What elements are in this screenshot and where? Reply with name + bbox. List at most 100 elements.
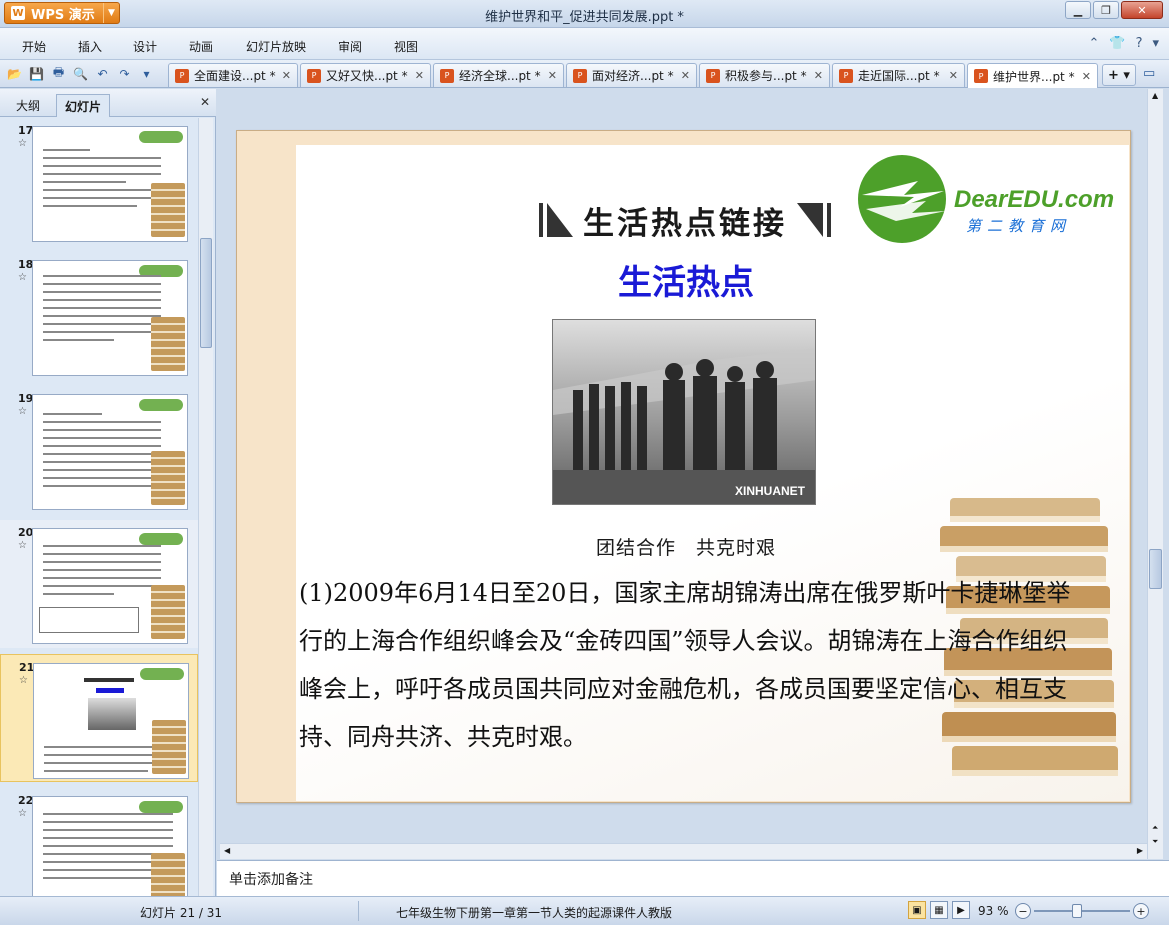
close-tab-icon[interactable]: ✕ [415, 69, 424, 82]
menu-animation[interactable]: 动画 [189, 38, 213, 55]
logo-subtext: 第二教育网 [966, 217, 1071, 235]
zoom-slider[interactable] [1034, 910, 1130, 912]
tab-list-icon[interactable]: ▭ [1143, 66, 1155, 81]
slide-thumbnail[interactable]: 20 ☆ [0, 520, 198, 648]
slide-thumbnail[interactable]: 17 ☆ [0, 118, 198, 246]
slide-preview [32, 394, 188, 510]
slide-subtitle: 生活热点 [618, 263, 754, 303]
animation-star-icon: ☆ [18, 540, 27, 551]
menu-home[interactable]: 开始 [22, 38, 46, 55]
customize-toolbar-icon[interactable]: ▾ [138, 65, 155, 82]
slide-preview [32, 796, 188, 896]
thumbnail-list: 17 ☆ 18 ☆ 19 ☆ 20 ☆ 21 ☆ 22 ☆ [0, 118, 198, 896]
animation-star-icon: ☆ [18, 808, 27, 819]
slides-panel: 大纲 幻灯片 ✕ 17 ☆ 18 ☆ 19 ☆ 20 ☆ 21 ☆ 22 ☆ [0, 89, 216, 896]
open-icon[interactable]: 📂 [6, 65, 23, 82]
doc-tab-label: 走近国际...pt * [858, 69, 940, 83]
doc-tab[interactable]: P 走近国际...pt * ✕ [832, 63, 965, 87]
dearedu-logo: DearEDU.com 第二教育网 [858, 155, 1114, 243]
close-window-button[interactable]: ✕ [1121, 1, 1163, 19]
ribbon-toggle-icon[interactable]: ▾ [1152, 36, 1159, 51]
print-preview-icon[interactable]: 🔍 [72, 65, 89, 82]
zoom-slider-handle[interactable] [1072, 904, 1082, 918]
slide-sorter-view-icon[interactable]: ▦ [930, 901, 948, 919]
doc-tab-label: 全面建设...pt * [194, 69, 276, 83]
slide-preview [33, 663, 189, 779]
prev-slide-icon[interactable]: ⏶ [1152, 823, 1158, 833]
menu-review[interactable]: 审阅 [338, 38, 362, 55]
close-tab-icon[interactable]: ✕ [681, 69, 690, 82]
slide-thumbnail[interactable]: 22 ☆ [0, 788, 198, 896]
animation-star-icon: ☆ [18, 138, 27, 149]
scroll-right-icon[interactable]: ▶ [1137, 846, 1143, 855]
current-slide[interactable]: 生活热点链接 生活热点 DearEDU.com 第二教育网 XINHUANET … [296, 145, 1129, 801]
doc-tab[interactable]: P 面对经济...pt * ✕ [566, 63, 697, 87]
close-tab-icon[interactable]: ✕ [282, 69, 291, 82]
print-icon[interactable]: 🖶 [50, 65, 67, 82]
menu-slideshow[interactable]: 幻灯片放映 [246, 38, 306, 55]
ppt-file-icon: P [573, 68, 587, 83]
doc-tab-label: 面对经济...pt * [592, 69, 674, 83]
doc-tab[interactable]: P 经济全球...pt * ✕ [433, 63, 564, 87]
save-icon[interactable]: 💾 [28, 65, 45, 82]
slide-horizontal-scrollbar[interactable]: ◀ ▶ [220, 843, 1147, 859]
window-title: 维护世界和平_促进共同发展.ppt * [485, 10, 684, 25]
tab-outline[interactable]: 大纲 [8, 94, 48, 117]
doc-tab-label: 积极参与...pt * [725, 69, 807, 83]
photo-watermark: XINHUANET [734, 484, 805, 498]
animation-star-icon: ☆ [18, 272, 27, 283]
help-icon[interactable]: ? [1136, 36, 1143, 51]
doc-tab[interactable]: P 又好又快...pt * ✕ [300, 63, 431, 87]
menu-bar: 开始 插入 设计 动画 幻灯片放映 审阅 视图 ⌃ 👕 ? ▾ [0, 28, 1169, 60]
doc-tab[interactable]: P 积极参与...pt * ✕ [699, 63, 830, 87]
redo-icon[interactable]: ↷ [116, 65, 133, 82]
menu-design[interactable]: 设计 [133, 38, 157, 55]
minimize-button[interactable]: ▁ [1065, 1, 1091, 19]
normal-view-icon[interactable]: ▣ [908, 901, 926, 919]
scroll-up-icon[interactable]: ▲ [1152, 91, 1158, 100]
notes-placeholder: 单击添加备注 [229, 872, 313, 888]
tab-slides[interactable]: 幻灯片 [56, 94, 111, 117]
close-tab-icon[interactable]: ✕ [548, 69, 557, 82]
thumbnail-scrollbar[interactable] [198, 118, 213, 896]
slide-preview [32, 528, 188, 644]
quick-toolbar: 📂 💾 🖶 🔍 ↶ ↷ ▾ P 全面建设...pt * ✕ P 又好又快...p… [0, 60, 1169, 88]
undo-icon[interactable]: ↶ [94, 65, 111, 82]
new-tab-button[interactable]: + ▾ [1102, 64, 1136, 86]
doc-tab-label: 维护世界...pt * [993, 69, 1075, 84]
next-slide-icon[interactable]: ⏷ [1152, 837, 1158, 847]
document-name: 七年级生物下册第一章第一节人类的起源课件人教版 [396, 906, 673, 920]
photo-figures [553, 348, 815, 504]
zoom-in-button[interactable]: + [1133, 903, 1149, 919]
restore-button[interactable]: ❐ [1093, 1, 1119, 19]
slide-counter: 幻灯片 21 / 31 [140, 906, 223, 920]
heading-text: 生活热点链接 [583, 205, 787, 242]
doc-tab-active[interactable]: P 维护世界...pt * ✕ [967, 63, 1098, 88]
ppt-file-icon: P [974, 69, 988, 83]
menu-insert[interactable]: 插入 [78, 38, 102, 55]
skin-icon[interactable]: 👕 [1109, 36, 1125, 51]
doc-tab[interactable]: P 全面建设...pt * ✕ [168, 63, 298, 87]
notes-pane[interactable]: 单击添加备注 [217, 860, 1169, 896]
slide-heading: 生活热点链接 [518, 200, 852, 242]
zoom-out-button[interactable]: − [1015, 903, 1031, 919]
close-tab-icon[interactable]: ✕ [1082, 70, 1091, 83]
title-bar: W WPS 演示 ▼ 维护世界和平_促进共同发展.ppt * ▁ ❐ ✕ [0, 0, 1169, 28]
animation-star-icon: ☆ [19, 675, 28, 686]
slide-preview [32, 126, 188, 242]
animation-star-icon: ☆ [18, 406, 27, 417]
scroll-left-icon[interactable]: ◀ [224, 846, 230, 855]
slide-thumbnail-selected[interactable]: 21 ☆ [0, 654, 198, 782]
ppt-file-icon: P [706, 68, 720, 83]
close-tab-icon[interactable]: ✕ [949, 69, 958, 82]
close-panel-icon[interactable]: ✕ [200, 95, 210, 109]
slide-thumbnail[interactable]: 18 ☆ [0, 252, 198, 380]
slide-vertical-scrollbar[interactable]: ▲ ⏶ ⏷ [1147, 89, 1163, 859]
close-tab-icon[interactable]: ✕ [814, 69, 823, 82]
menu-view[interactable]: 视图 [394, 38, 418, 55]
ppt-file-icon: P [175, 68, 189, 83]
slide-body-text[interactable]: (1)2009年6月14日至20日，国家主席胡锦涛出席在俄罗斯叶卡捷琳堡举行的上… [299, 569, 1079, 761]
slideshow-view-icon[interactable]: ▶ [952, 901, 970, 919]
slide-thumbnail[interactable]: 19 ☆ [0, 386, 198, 514]
help-up-icon[interactable]: ⌃ [1088, 36, 1099, 51]
